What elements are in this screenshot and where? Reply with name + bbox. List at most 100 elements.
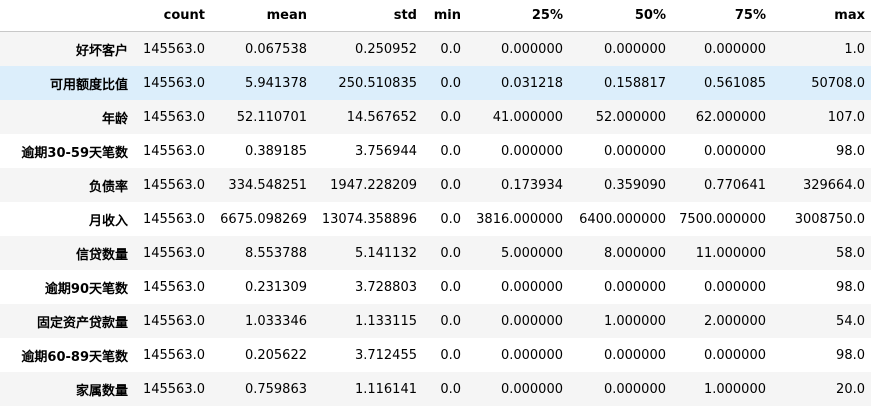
table-cell: 145563.0	[134, 66, 211, 100]
table-cell: 0.0	[423, 202, 467, 236]
header-row: count mean std min 25% 50% 75% max	[0, 0, 871, 32]
table-cell: 334.548251	[211, 168, 313, 202]
table-cell: 0.158817	[569, 66, 672, 100]
table-cell: 0.000000	[672, 338, 772, 372]
table-cell: 1.000000	[672, 372, 772, 406]
table-cell: 0.0	[423, 168, 467, 202]
table-cell: 0.0	[423, 270, 467, 304]
table-cell: 5.141132	[313, 236, 423, 270]
table-cell: 0.000000	[569, 134, 672, 168]
table-cell: 0.359090	[569, 168, 672, 202]
row-index-label: 逾期60-89天笔数	[0, 338, 134, 372]
table-cell: 145563.0	[134, 372, 211, 406]
row-index-label: 家属数量	[0, 372, 134, 406]
table-cell: 329664.0	[772, 168, 871, 202]
table-row[interactable]: 月收入145563.06675.09826913074.3588960.0381…	[0, 202, 871, 236]
table-cell: 250.510835	[313, 66, 423, 100]
table-cell: 0.0	[423, 372, 467, 406]
table-cell: 20.0	[772, 372, 871, 406]
table-cell: 0.0	[423, 304, 467, 338]
table-cell: 0.0	[423, 236, 467, 270]
table-cell: 0.561085	[672, 66, 772, 100]
table-cell: 6400.000000	[569, 202, 672, 236]
table-row[interactable]: 家属数量145563.00.7598631.1161410.00.0000000…	[0, 372, 871, 406]
table-cell: 54.0	[772, 304, 871, 338]
table-cell: 0.000000	[569, 372, 672, 406]
table-cell: 145563.0	[134, 134, 211, 168]
table-cell: 2.000000	[672, 304, 772, 338]
column-header-mean: mean	[211, 0, 313, 32]
table-cell: 145563.0	[134, 338, 211, 372]
table-cell: 0.000000	[467, 338, 569, 372]
table-cell: 13074.358896	[313, 202, 423, 236]
table-cell: 3816.000000	[467, 202, 569, 236]
table-cell: 1.0	[772, 32, 871, 67]
table-body: 好坏客户145563.00.0675380.2509520.00.0000000…	[0, 32, 871, 406]
table-cell: 145563.0	[134, 304, 211, 338]
table-cell: 0.0	[423, 100, 467, 134]
table-cell: 0.000000	[569, 32, 672, 67]
table-cell: 0.000000	[467, 134, 569, 168]
row-index-label: 年龄	[0, 100, 134, 134]
table-cell: 0.0	[423, 338, 467, 372]
table-cell: 0.000000	[467, 372, 569, 406]
table-cell: 98.0	[772, 338, 871, 372]
table-row[interactable]: 负债率145563.0334.5482511947.2282090.00.173…	[0, 168, 871, 202]
table-cell: 3008750.0	[772, 202, 871, 236]
table-row[interactable]: 逾期90天笔数145563.00.2313093.7288030.00.0000…	[0, 270, 871, 304]
table-cell: 50708.0	[772, 66, 871, 100]
table-cell: 107.0	[772, 100, 871, 134]
table-cell: 0.770641	[672, 168, 772, 202]
row-index-label: 固定资产贷款量	[0, 304, 134, 338]
column-header-25: 25%	[467, 0, 569, 32]
table-cell: 0.0	[423, 32, 467, 67]
table-cell: 0.031218	[467, 66, 569, 100]
table-row[interactable]: 逾期60-89天笔数145563.00.2056223.7124550.00.0…	[0, 338, 871, 372]
table-cell: 0.000000	[569, 270, 672, 304]
table-cell: 0.000000	[672, 32, 772, 67]
table-cell: 0.067538	[211, 32, 313, 67]
table-row[interactable]: 可用额度比值145563.05.941378250.5108350.00.031…	[0, 66, 871, 100]
table-cell: 98.0	[772, 134, 871, 168]
table-cell: 145563.0	[134, 202, 211, 236]
table-cell: 0.000000	[569, 338, 672, 372]
table-cell: 6675.098269	[211, 202, 313, 236]
table-cell: 58.0	[772, 236, 871, 270]
table-cell: 98.0	[772, 270, 871, 304]
table-cell: 0.389185	[211, 134, 313, 168]
table-cell: 41.000000	[467, 100, 569, 134]
table-row[interactable]: 好坏客户145563.00.0675380.2509520.00.0000000…	[0, 32, 871, 67]
table-cell: 1.133115	[313, 304, 423, 338]
row-index-label: 信贷数量	[0, 236, 134, 270]
table-cell: 1947.228209	[313, 168, 423, 202]
table-row[interactable]: 固定资产贷款量145563.01.0333461.1331150.00.0000…	[0, 304, 871, 338]
describe-table: count mean std min 25% 50% 75% max 好坏客户1…	[0, 0, 871, 406]
table-cell: 5.000000	[467, 236, 569, 270]
table-cell: 52.110701	[211, 100, 313, 134]
column-header-75: 75%	[672, 0, 772, 32]
table-cell: 8.553788	[211, 236, 313, 270]
table-header: count mean std min 25% 50% 75% max	[0, 0, 871, 32]
column-header-max: max	[772, 0, 871, 32]
table-cell: 145563.0	[134, 236, 211, 270]
row-index-label: 可用额度比值	[0, 66, 134, 100]
table-row[interactable]: 逾期30-59天笔数145563.00.3891853.7569440.00.0…	[0, 134, 871, 168]
table-row[interactable]: 年龄145563.052.11070114.5676520.041.000000…	[0, 100, 871, 134]
table-cell: 145563.0	[134, 32, 211, 67]
row-index-label: 月收入	[0, 202, 134, 236]
table-cell: 145563.0	[134, 100, 211, 134]
table-cell: 0.173934	[467, 168, 569, 202]
table-cell: 52.000000	[569, 100, 672, 134]
row-index-label: 好坏客户	[0, 32, 134, 67]
table-cell: 0.000000	[467, 32, 569, 67]
column-header-count: count	[134, 0, 211, 32]
table-cell: 0.231309	[211, 270, 313, 304]
table-cell: 3.728803	[313, 270, 423, 304]
table-cell: 14.567652	[313, 100, 423, 134]
table-cell: 0.205622	[211, 338, 313, 372]
table-cell: 62.000000	[672, 100, 772, 134]
table-row[interactable]: 信贷数量145563.08.5537885.1411320.05.0000008…	[0, 236, 871, 270]
column-header-min: min	[423, 0, 467, 32]
table-cell: 1.033346	[211, 304, 313, 338]
index-header	[0, 0, 134, 32]
